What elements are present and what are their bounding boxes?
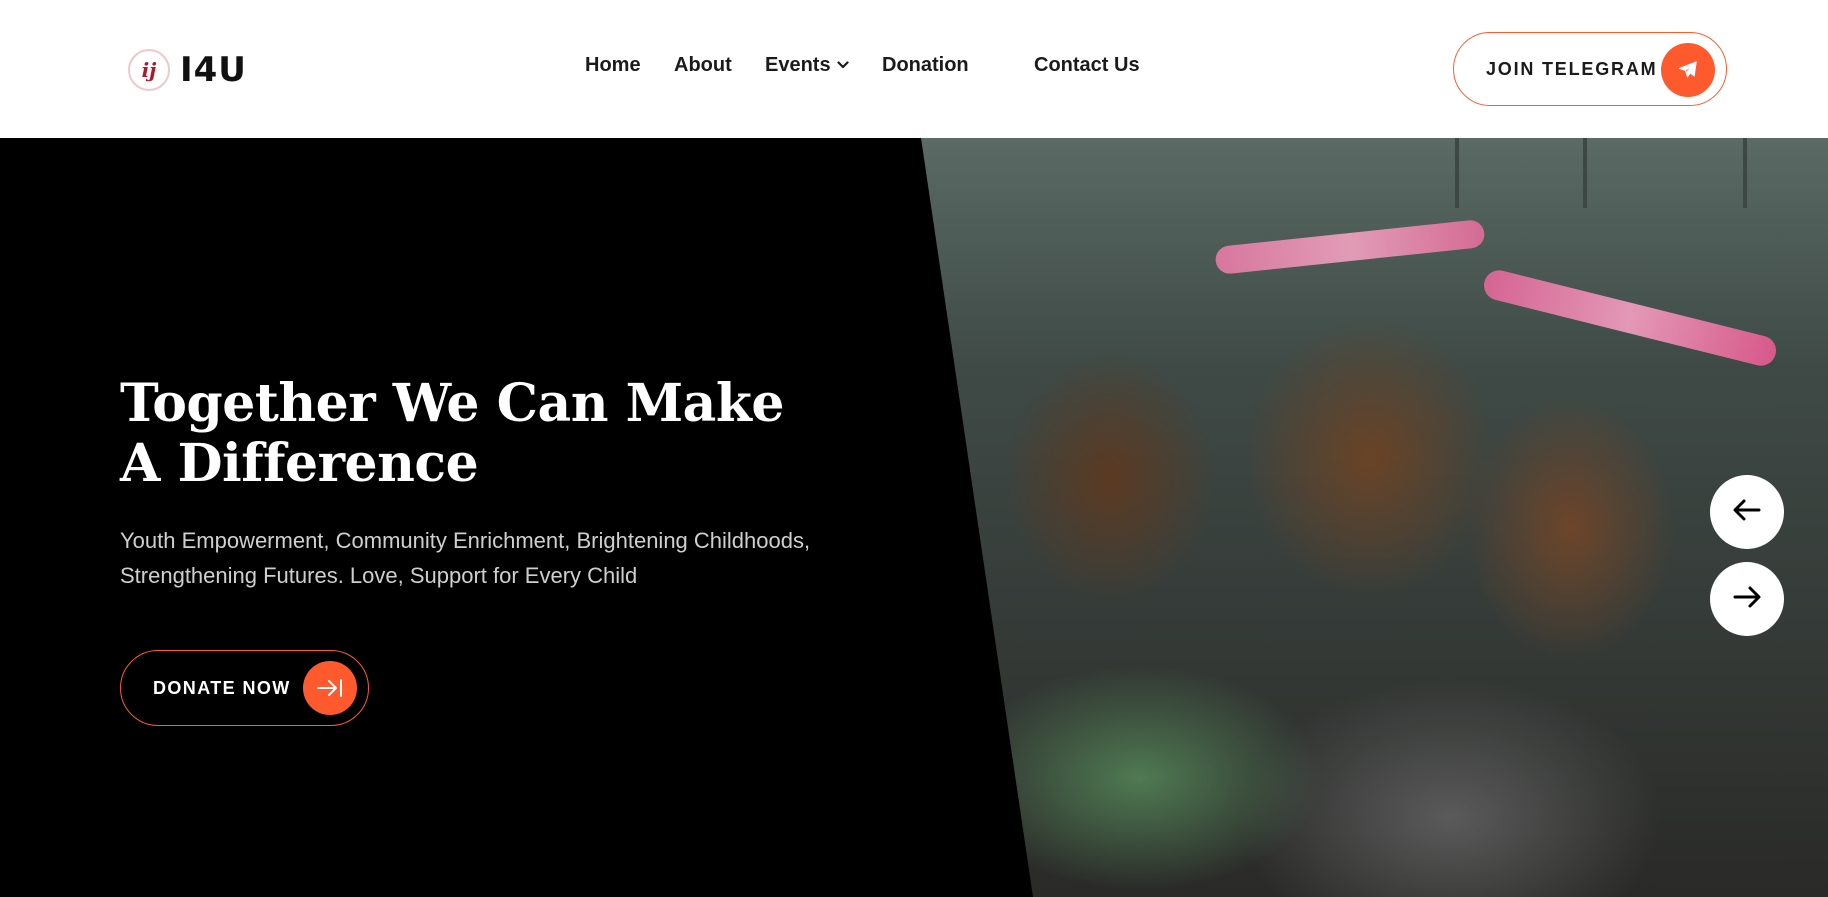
nav-label: Contact Us (1034, 54, 1140, 76)
headband (1480, 267, 1780, 369)
headline-line-2: A Difference (120, 433, 479, 494)
window-frame (1743, 138, 1747, 208)
join-telegram-label: JOIN TELEGRAM (1486, 58, 1658, 79)
donate-now-label: DONATE NOW (153, 677, 291, 698)
nav-item-about[interactable]: About (674, 54, 732, 77)
subtitle-line-1: Youth Empowerment, Community Enrichment,… (120, 528, 811, 553)
window-frame (1583, 138, 1587, 208)
nav-label: About (674, 54, 732, 76)
arrow-left-icon (1732, 498, 1762, 526)
hero-subtitle: Youth Empowerment, Community Enrichment,… (120, 523, 880, 593)
telegram-icon (1661, 43, 1715, 97)
hero-headline: Together We Can Make A Difference (120, 374, 820, 494)
nav-item-donation[interactable]: Donation (882, 54, 969, 77)
hero-photo (921, 138, 1828, 897)
chevron-down-icon (836, 59, 849, 73)
slider-next-button[interactable] (1710, 562, 1784, 636)
donate-now-button[interactable]: DONATE NOW (120, 650, 369, 726)
subtitle-line-2: Strengthening Futures. Love, Support for… (120, 563, 638, 588)
nav-item-events[interactable]: Events (765, 54, 849, 77)
nav-label: Events (765, 54, 831, 76)
nav-item-home[interactable]: Home (585, 54, 641, 77)
arrow-right-bar-icon (303, 661, 357, 715)
headband (1214, 218, 1486, 276)
headline-line-1: Together We Can Make (120, 373, 784, 434)
nav-label: Home (585, 54, 641, 76)
join-telegram-button[interactable]: JOIN TELEGRAM (1453, 32, 1727, 106)
hero-section: Together We Can Make A Difference Youth … (0, 138, 1828, 897)
nav-label: Donation (882, 54, 969, 76)
slider-prev-button[interactable] (1710, 475, 1784, 549)
arrow-right-icon (1732, 585, 1762, 613)
site-header: ij I4U Home About Events Donation Contac… (0, 0, 1828, 138)
nav-item-contact[interactable]: Contact Us (1034, 54, 1140, 77)
window-frame (1455, 138, 1459, 208)
